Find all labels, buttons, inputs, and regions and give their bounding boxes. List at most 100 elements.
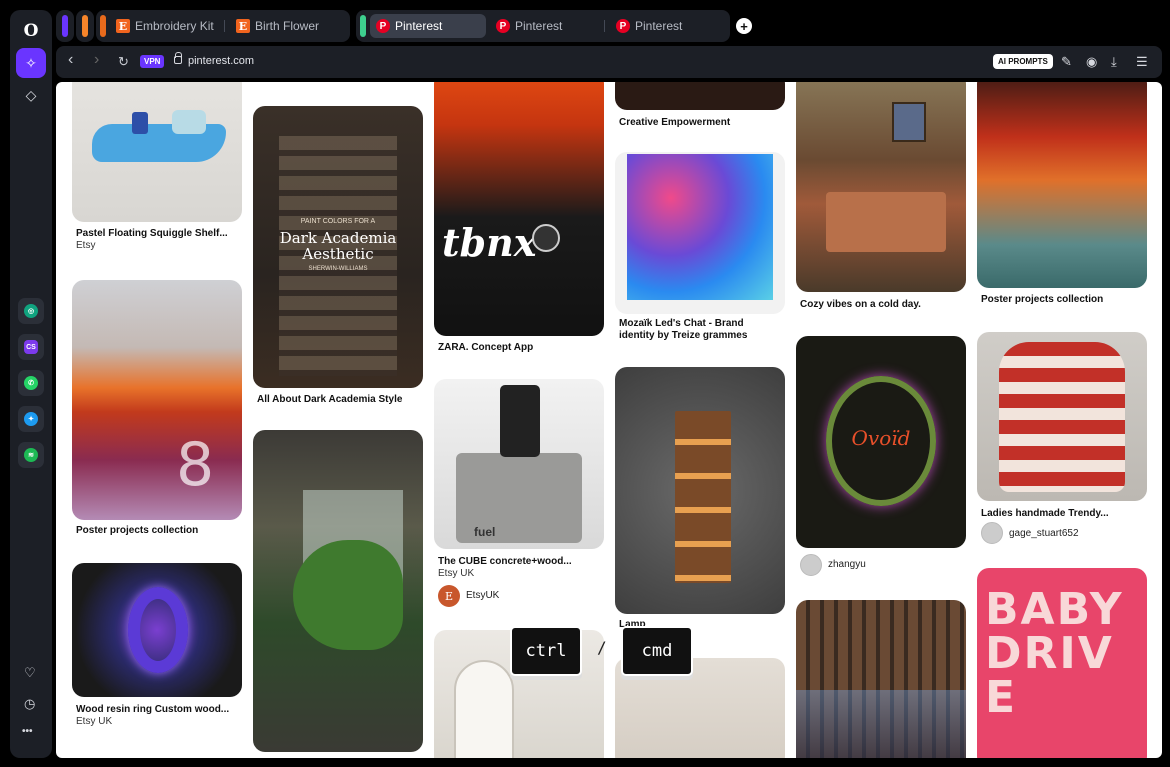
- etsy-favicon-icon: E: [236, 19, 250, 33]
- user-name[interactable]: zhangyu: [828, 559, 866, 570]
- url-field[interactable]: pinterest.com: [188, 55, 254, 67]
- bed-shape: [826, 192, 946, 252]
- pin-image-mozaik[interactable]: [615, 152, 785, 314]
- phone-shape: [500, 385, 540, 457]
- easy-setup-icon[interactable]: ☰: [1136, 54, 1148, 70]
- twitter-icon[interactable]: ✦: [18, 406, 44, 432]
- pinterest-feed: Pastel Floating Squiggle Shelf... Etsy 8…: [56, 82, 1162, 758]
- tab-divider: [224, 20, 225, 32]
- camera-icon[interactable]: ◉: [1086, 54, 1097, 70]
- pinterest-favicon-icon: P: [496, 19, 510, 33]
- pin-title[interactable]: Creative Empowerment: [619, 117, 730, 128]
- pin-image-cube[interactable]: fuel: [434, 379, 604, 549]
- address-bar: ‹ › ↻ VPN pinterest.com AI PROMPTS ✎ ◉ ⤓…: [56, 46, 1162, 78]
- tab-island-3: E Embroidery Kit E Birth Flower: [96, 10, 350, 42]
- reload-icon[interactable]: ↻: [118, 54, 129, 70]
- chatgpt-icon[interactable]: ◎: [18, 298, 44, 324]
- download-icon[interactable]: ⤓: [1111, 54, 1117, 70]
- heart-icon[interactable]: ♡: [24, 665, 36, 681]
- tab-island-color: [62, 15, 68, 37]
- avatar[interactable]: [981, 522, 1003, 544]
- arch-shape: [454, 660, 514, 758]
- more-icon[interactable]: •••: [22, 726, 33, 737]
- user-name[interactable]: EtsyUK: [466, 590, 499, 601]
- spotify-icon[interactable]: ≋: [18, 442, 44, 468]
- tab-island-4: P Pinterest P Pinterest P Pinterest: [356, 10, 730, 42]
- lock-icon[interactable]: [174, 52, 182, 64]
- pin-source: Etsy: [76, 240, 96, 251]
- sidebar: O ✧ ◇ ◎ CS ✆ ✦ ≋ ♡ ◷ •••: [10, 10, 52, 758]
- gradient-artwork: [627, 154, 773, 300]
- image-brand: fuel: [474, 525, 496, 539]
- plant-shape: [293, 540, 403, 650]
- edit-icon[interactable]: ✎: [1061, 54, 1072, 70]
- pin-image-shower[interactable]: [253, 430, 423, 752]
- pin-image-baby-drive[interactable]: BABY DRIVE: [977, 568, 1147, 758]
- pin-title[interactable]: Poster projects collection: [981, 294, 1103, 305]
- user-name[interactable]: gage_stuart652: [1009, 528, 1079, 539]
- avatar[interactable]: [800, 554, 822, 576]
- pin-source: Etsy UK: [76, 716, 113, 727]
- chatsonic-icon[interactable]: CS: [18, 334, 44, 360]
- aria-ai-icon[interactable]: ✧: [16, 48, 46, 78]
- pin-image-wall-panel[interactable]: [796, 600, 966, 758]
- pin-source: Etsy UK: [438, 568, 475, 579]
- diamond-icon[interactable]: ◇: [16, 80, 46, 110]
- tab-pinterest[interactable]: P Pinterest: [610, 14, 720, 38]
- image-logo-text: tbnx: [442, 220, 537, 265]
- pin-title[interactable]: The CUBE concrete+wood...: [438, 556, 572, 567]
- sweater-shape: [999, 342, 1125, 492]
- forward-icon[interactable]: ›: [94, 51, 99, 69]
- pin-image-zara[interactable]: tbnx: [434, 82, 604, 336]
- pin-title[interactable]: Poster projects collection: [76, 525, 198, 536]
- image-poster-text: BABY DRIVE: [985, 584, 1124, 723]
- pinterest-favicon-icon: P: [616, 19, 630, 33]
- pin-title[interactable]: All About Dark Academia Style: [257, 394, 402, 405]
- pin-image-bedroom[interactable]: [796, 82, 966, 292]
- tab-embroidery-kit[interactable]: E Embroidery Kit: [110, 14, 220, 38]
- opera-logo-icon[interactable]: O: [16, 16, 46, 46]
- pin-title[interactable]: Cozy vibes on a cold day.: [800, 299, 921, 310]
- ring-shape: [128, 587, 188, 673]
- tab-island-2[interactable]: [76, 10, 94, 42]
- pin-title[interactable]: Wood resin ring Custom wood...: [76, 704, 229, 715]
- back-icon[interactable]: ‹: [68, 51, 73, 69]
- pin-title[interactable]: Mozaïk Led's Chat - Brand: [619, 318, 744, 329]
- new-tab-button[interactable]: +: [736, 18, 752, 34]
- tab-pinterest-active[interactable]: P Pinterest: [370, 14, 486, 38]
- avatar[interactable]: E: [438, 585, 460, 607]
- image-overline: PAINT COLORS FOR A: [300, 218, 376, 225]
- pin-image-poster[interactable]: 8: [72, 280, 242, 520]
- poster-numeral: 8: [176, 430, 215, 500]
- pin-image-poster-2[interactable]: [977, 82, 1147, 288]
- pin-image-ring[interactable]: [72, 563, 242, 697]
- lamp-shape: [675, 411, 731, 583]
- pin-title[interactable]: ZARA. Concept App: [438, 342, 533, 353]
- pin-image-dark-academia[interactable]: PAINT COLORS FOR A Dark Academia Aesthet…: [253, 106, 423, 388]
- image-logo-text: Ovoïd: [851, 426, 911, 450]
- pin-image-shelf[interactable]: [72, 82, 242, 222]
- tab-strip: E Embroidery Kit E Birth Flower P Pinter…: [56, 10, 1156, 42]
- pin-title[interactable]: Pastel Floating Squiggle Shelf...: [76, 228, 228, 239]
- vpn-badge[interactable]: VPN: [140, 55, 165, 68]
- whatsapp-icon[interactable]: ✆: [18, 370, 44, 396]
- tab-label: Pinterest: [395, 19, 443, 33]
- cmd-key-overlay: cmd: [621, 626, 693, 676]
- pin-image-creative[interactable]: [615, 82, 785, 110]
- pin-image-sweater[interactable]: [977, 332, 1147, 501]
- image-heading: Dark Academia Aesthetic: [279, 229, 397, 263]
- key-separator: /: [597, 638, 607, 657]
- pin-title[interactable]: Ladies handmade Trendy...: [981, 508, 1109, 519]
- ai-prompts-button[interactable]: AI PROMPTS: [993, 54, 1053, 69]
- tab-island-1[interactable]: [56, 10, 74, 42]
- tab-label: Birth Flower: [255, 19, 320, 33]
- light-glow: [796, 690, 966, 758]
- tab-label: Pinterest: [635, 19, 683, 33]
- tab-birth-flower[interactable]: E Birth Flower: [230, 14, 340, 38]
- tab-pinterest[interactable]: P Pinterest: [490, 14, 600, 38]
- tab-label: Pinterest: [515, 19, 563, 33]
- pin-image-ovoid[interactable]: Ovoïd: [796, 336, 966, 548]
- tab-island-color: [82, 15, 88, 37]
- pin-image-lamp[interactable]: [615, 367, 785, 614]
- history-clock-icon[interactable]: ◷: [24, 696, 35, 712]
